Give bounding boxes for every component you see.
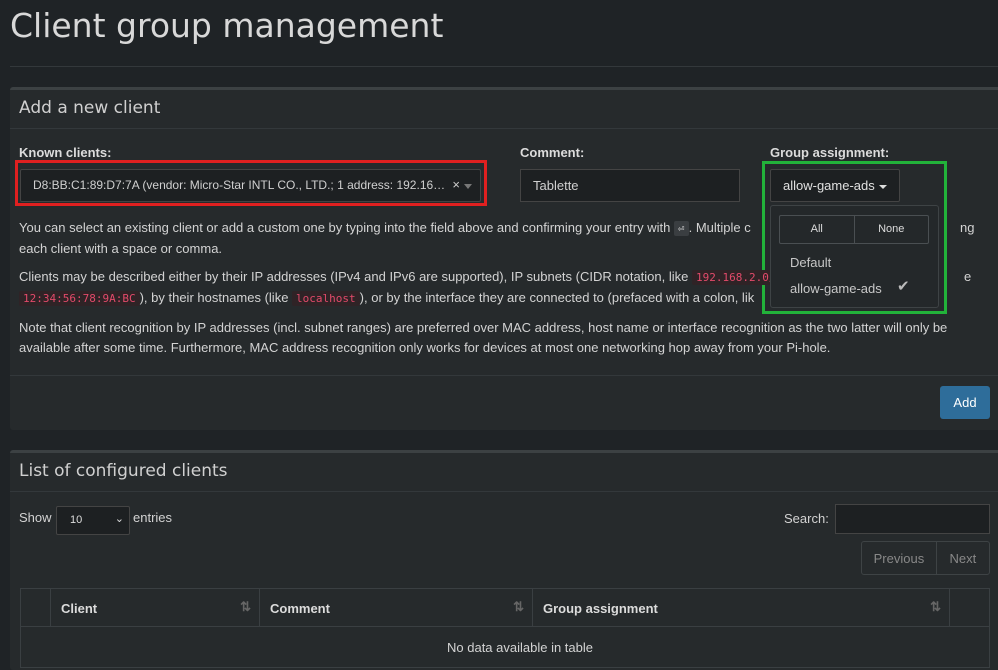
clear-selection-icon[interactable]: × [452,177,460,192]
sort-icon: ⇅ [930,599,941,614]
search-input[interactable] [835,504,990,534]
help-text: e [964,269,972,284]
select-none-button[interactable]: None [855,216,929,243]
clients-table: Client ⇅ Comment ⇅ Group assignment ⇅ No… [20,588,990,668]
enter-key-icon: ⏎ [673,221,689,236]
check-icon: ✔ [897,277,910,295]
column-select [21,589,51,627]
column-client[interactable]: Client ⇅ [51,589,260,627]
chevron-down-icon: ⌄ [114,513,124,525]
group-assignment-label: Group assignment: [770,145,890,160]
group-selected-value: allow-game-ads [783,178,875,193]
select-actions: All None [779,215,929,244]
help-text: ng [960,220,975,235]
group-dropdown-menu: All None Default allow-game-ads ✔ [770,205,939,308]
column-comment[interactable]: Comment ⇅ [260,589,533,627]
code-snippet: 192.168.2.0/ [691,270,780,285]
known-clients-select[interactable]: D8:BB:C1:89:D7:7A (vendor: Micro-Star IN… [20,169,481,202]
help-text: ), by their hostnames (like [139,290,293,305]
help-text: You can select an existing client or add… [19,220,674,235]
help-text: each client with a space or comma. [19,241,223,256]
show-label: Show [19,510,52,525]
page-size-value: 10 [70,514,83,526]
client-list-box: List of configured clients Show 10 ⌄ ent… [10,450,998,670]
column-label: Group assignment [543,601,658,616]
caret-down-icon [879,185,887,189]
help-text: Clients may be described either by their… [19,269,692,284]
page-title: Client group management [10,6,444,45]
column-actions [950,589,989,627]
help-paragraph-3: Note that client recognition by IP addre… [19,320,948,355]
column-label: Client [61,601,98,616]
group-option-default[interactable]: Default [790,255,831,270]
page-size-select[interactable]: 10 ⌄ [56,506,130,535]
code-snippet: localhost [292,291,360,306]
title-divider [10,66,998,67]
column-group-assignment[interactable]: Group assignment ⇅ [533,589,950,627]
known-clients-label: Known clients: [19,145,112,160]
help-text: ), or by the interface they are connecte… [359,290,755,305]
previous-button[interactable]: Previous [862,542,937,574]
table-header: Client ⇅ Comment ⇅ Group assignment ⇅ [21,589,989,627]
next-button[interactable]: Next [937,542,989,574]
add-client-header: Add a new client [10,90,998,129]
select-all-button[interactable]: All [780,216,855,243]
column-label: Comment [270,601,330,616]
help-text: . Multiple c [688,220,751,235]
comment-input[interactable]: Tablette [520,169,740,202]
sort-icon: ⇅ [240,599,251,614]
add-client-box: Add a new client Known clients: D8:BB:C1… [10,87,998,430]
chevron-down-icon [464,184,472,189]
client-list-header: List of configured clients [10,453,998,492]
comment-label: Comment: [520,145,585,160]
group-option-allow-game-ads[interactable]: allow-game-ads [790,281,882,296]
add-button[interactable]: Add [940,386,990,419]
sort-icon: ⇅ [513,599,524,614]
empty-table-message: No data available in table [447,640,593,655]
group-assignment-dropdown[interactable]: allow-game-ads [770,169,900,202]
search-label: Search: [784,511,829,526]
pagination: Previous Next [861,541,990,575]
known-clients-value: D8:BB:C1:89:D7:7A (vendor: Micro-Star IN… [33,178,477,192]
box-footer-divider [10,375,998,376]
code-snippet: 12:34:56:78:9A:BC [19,291,140,306]
entries-label: entries [133,510,173,525]
